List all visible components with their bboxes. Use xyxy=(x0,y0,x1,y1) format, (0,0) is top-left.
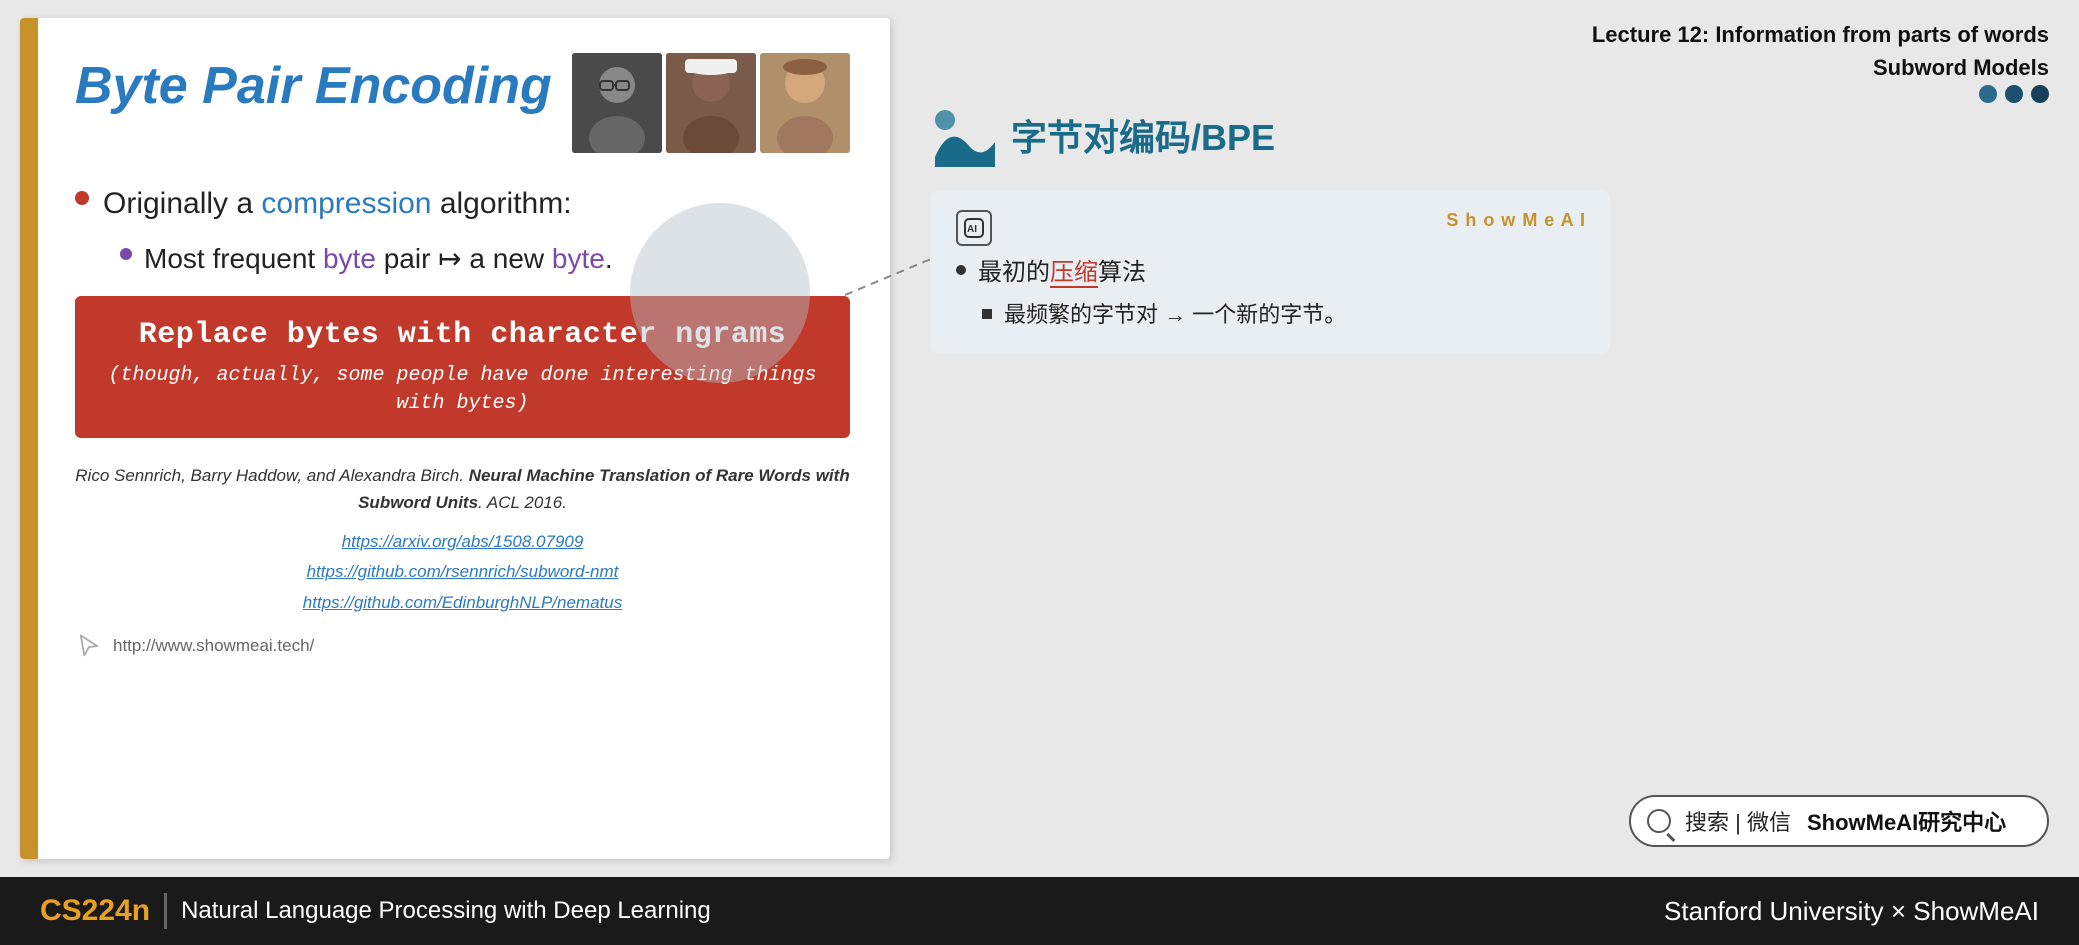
svg-text:AI: AI xyxy=(967,224,977,235)
bullet-text-1: Originally a compression algorithm: xyxy=(103,183,572,225)
search-bar[interactable]: 搜索 | 微信 ShowMeAI研究中心 xyxy=(1629,795,2049,847)
links-block: https://arxiv.org/abs/1508.07909 https:/… xyxy=(75,527,850,619)
course-subtitle: Natural Language Processing with Deep Le… xyxy=(181,897,711,925)
link-1[interactable]: https://arxiv.org/abs/1508.07909 xyxy=(75,527,850,558)
bullet-2-sub: Most frequent byte pair ↦ a new byte. xyxy=(120,239,850,278)
bottom-right: Stanford University × ShowMeAI xyxy=(1664,896,2039,927)
bullet-text-2: Most frequent byte pair ↦ a new byte. xyxy=(144,239,613,278)
slide-footer: http://www.showmeai.tech/ xyxy=(75,632,850,660)
lecture-line-2: Subword Models xyxy=(930,51,2049,84)
chapter-icon xyxy=(930,102,995,167)
red-box-main-text: Replace bytes with character ngrams xyxy=(105,318,820,352)
chapter-title: 字节对编码/BPE xyxy=(1011,109,1275,161)
slide-accent-bar xyxy=(20,18,38,859)
red-box-sub-text: (though, actually, some people have done… xyxy=(105,362,820,418)
course-code: CS224n xyxy=(40,894,150,928)
card-bullet-text-1: 最初的压缩算法 xyxy=(978,256,1146,290)
person-photo-2 xyxy=(666,53,756,153)
chapter-header: 字节对编码/BPE xyxy=(930,102,2049,167)
citation-block: Rico Sennrich, Barry Haddow, and Alexand… xyxy=(75,462,850,516)
card-bullet-dot-1 xyxy=(956,265,966,275)
bullet-dot-1 xyxy=(75,191,89,205)
right-panel: Lecture 12: Information from parts of wo… xyxy=(910,0,2079,877)
lecture-header: Lecture 12: Information from parts of wo… xyxy=(930,18,2049,84)
photos-row xyxy=(572,53,850,153)
byte-highlight-2: byte xyxy=(552,243,605,274)
citation-venue: ACL 2016. xyxy=(487,493,567,512)
footer-url: http://www.showmeai.tech/ xyxy=(113,636,314,656)
search-icon xyxy=(1647,809,1671,833)
ai-logo: AI xyxy=(956,210,992,246)
slide-panel: Byte Pair Encoding xyxy=(20,18,890,859)
dot-3 xyxy=(2031,85,2049,103)
ai-card: AI S h o w M e A I 最初的压缩算法 最频繁的字节对 → 一个新… xyxy=(930,190,1610,354)
person-photo-1 xyxy=(572,53,662,153)
slide-body: Originally a compression algorithm: Most… xyxy=(75,183,850,829)
byte-highlight-1: byte xyxy=(323,243,376,274)
dot-1 xyxy=(1979,85,1997,103)
search-bar-container: 搜索 | 微信 ShowMeAI研究中心 xyxy=(1629,795,2049,847)
card-bullet-suffix: 算法 xyxy=(1098,259,1146,286)
card-bullet-1: 最初的压缩算法 xyxy=(956,256,1584,290)
chapter-dots xyxy=(1979,85,2049,103)
bottom-bar: CS224n Natural Language Processing with … xyxy=(0,877,2079,945)
card-compression-highlight: 压缩 xyxy=(1050,259,1098,288)
link-3[interactable]: https://github.com/EdinburghNLP/nematus xyxy=(75,588,850,619)
bottom-divider xyxy=(164,893,167,929)
compression-highlight: compression xyxy=(261,187,431,220)
slide-header: Byte Pair Encoding xyxy=(75,48,850,153)
search-text: 搜索 | 微信 xyxy=(1685,805,1791,837)
bullet-dot-2 xyxy=(120,248,132,260)
card-sub-square-1 xyxy=(982,309,992,319)
stanford-university: Stanford University × ShowMeAI xyxy=(1664,896,2039,926)
cursor-icon xyxy=(75,632,103,660)
bullet-1: Originally a compression algorithm: xyxy=(75,183,850,225)
person-photo-3 xyxy=(760,53,850,153)
dot-2 xyxy=(2005,85,2023,103)
citation-authors: Rico Sennrich, Barry Haddow, and Alexand… xyxy=(75,466,464,485)
lecture-line-1: Lecture 12: Information from parts of wo… xyxy=(930,18,2049,51)
link-2[interactable]: https://github.com/rsennrich/subword-nmt xyxy=(75,557,850,588)
slide-title: Byte Pair Encoding xyxy=(75,58,552,115)
search-brand: ShowMeAI研究中心 xyxy=(1807,805,2006,837)
red-box: Replace bytes with character ngrams (tho… xyxy=(75,296,850,438)
bottom-left: CS224n Natural Language Processing with … xyxy=(40,893,711,929)
card-sub-text-1: 最频繁的字节对 → 一个新的字节。 xyxy=(1004,300,1346,331)
card-sub-bullet-1: 最频繁的字节对 → 一个新的字节。 xyxy=(982,300,1584,331)
showmeai-watermark: S h o w M e A I xyxy=(1446,210,1586,231)
